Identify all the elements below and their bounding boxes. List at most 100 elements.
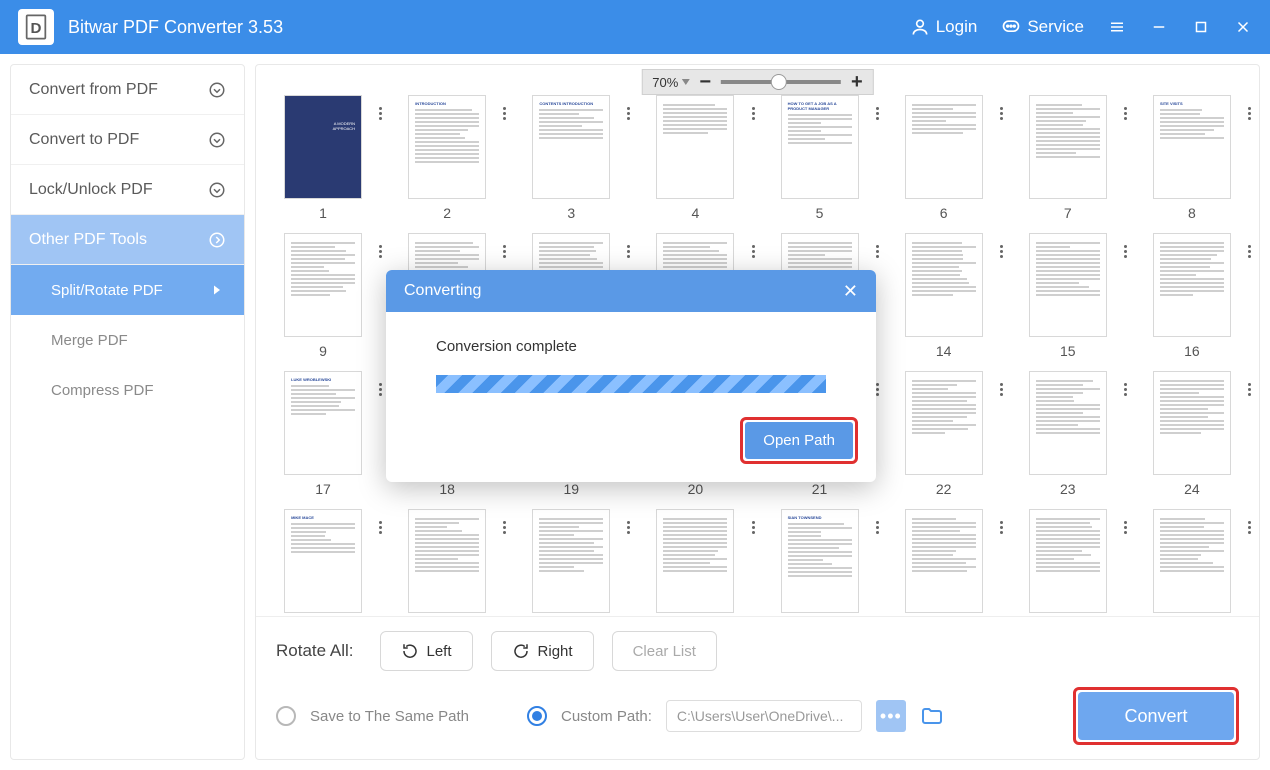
page-thumbnail[interactable]: HOW TO GET A JOB AS A PRODUCT MANAGER xyxy=(781,95,859,199)
open-path-button[interactable]: Open Path xyxy=(745,422,853,459)
zoom-slider-thumb[interactable] xyxy=(771,74,787,90)
page-thumbnail[interactable]: CONTENTS INTRODUCTION xyxy=(532,95,610,199)
rotate-left-button[interactable]: Left xyxy=(380,631,473,671)
sidebar-sub-compress[interactable]: Compress PDF xyxy=(11,365,244,415)
sidebar-item-other-tools[interactable]: Other PDF Tools xyxy=(11,215,244,265)
page-thumbnail[interactable] xyxy=(1153,233,1231,337)
thumbnail-number: 18 xyxy=(439,481,455,497)
page-thumbnail[interactable]: A MODERNAPPROACH xyxy=(284,95,362,199)
thumbnail-item: 28 xyxy=(638,509,752,616)
thumbnail-menu-icon[interactable] xyxy=(503,245,506,258)
zoom-out-button[interactable]: − xyxy=(699,71,711,94)
thumbnail-menu-icon[interactable] xyxy=(627,245,630,258)
clear-list-button[interactable]: Clear List xyxy=(612,631,717,671)
page-thumbnail[interactable] xyxy=(1153,509,1231,613)
page-thumbnail[interactable] xyxy=(1029,233,1107,337)
page-thumbnail[interactable] xyxy=(1029,95,1107,199)
thumbnail-item: SITE VISITS8 xyxy=(1135,95,1249,221)
page-thumbnail[interactable] xyxy=(1153,371,1231,475)
thumbnail-menu-icon[interactable] xyxy=(627,107,630,120)
thumbnail-item: 6 xyxy=(887,95,1001,221)
thumbnail-menu-icon[interactable] xyxy=(1248,245,1251,258)
maximize-button[interactable] xyxy=(1192,18,1210,36)
zoom-slider[interactable] xyxy=(721,80,841,84)
page-thumbnail[interactable] xyxy=(284,233,362,337)
sidebar-item-convert-from[interactable]: Convert from PDF xyxy=(11,65,244,115)
dialog-close-button[interactable]: ✕ xyxy=(843,281,858,302)
page-thumbnail[interactable]: LUKE WROBLEWSKI xyxy=(284,371,362,475)
thumbnail-menu-icon[interactable] xyxy=(379,245,382,258)
thumbnail-item: 30 xyxy=(887,509,1001,616)
page-thumbnail[interactable]: MIKE MACE xyxy=(284,509,362,613)
rotate-right-button[interactable]: Right xyxy=(491,631,594,671)
zoom-value[interactable]: 70% xyxy=(652,75,689,90)
thumbnail-item: HOW TO GET A JOB AS A PRODUCT MANAGER5 xyxy=(763,95,877,221)
chevron-down-icon xyxy=(208,81,226,99)
page-thumbnail[interactable] xyxy=(905,233,983,337)
thumbnail-number: 20 xyxy=(688,481,704,497)
thumbnail-menu-icon[interactable] xyxy=(876,521,879,534)
thumbnail-number: 22 xyxy=(936,481,952,497)
thumbnail-menu-icon[interactable] xyxy=(876,383,879,396)
thumbnail-menu-icon[interactable] xyxy=(1000,521,1003,534)
thumbnail-menu-icon[interactable] xyxy=(379,521,382,534)
thumbnail-menu-icon[interactable] xyxy=(1124,521,1127,534)
sidebar-item-convert-to[interactable]: Convert to PDF xyxy=(11,115,244,165)
page-thumbnail[interactable] xyxy=(408,509,486,613)
page-thumbnail[interactable] xyxy=(656,95,734,199)
thumbnail-menu-icon[interactable] xyxy=(627,521,630,534)
thumbnail-menu-icon[interactable] xyxy=(379,107,382,120)
thumbnail-number: 2 xyxy=(443,205,451,221)
page-thumbnail[interactable]: SIAN TOWNSEND xyxy=(781,509,859,613)
chevron-down-icon xyxy=(208,181,226,199)
convert-highlight: Convert xyxy=(1073,687,1239,745)
page-thumbnail[interactable] xyxy=(532,509,610,613)
save-same-path-radio[interactable] xyxy=(276,706,296,726)
page-thumbnail[interactable] xyxy=(656,509,734,613)
sidebar-item-lock-unlock[interactable]: Lock/Unlock PDF xyxy=(11,165,244,215)
sidebar-sub-merge[interactable]: Merge PDF xyxy=(11,315,244,365)
thumbnail-menu-icon[interactable] xyxy=(503,107,506,120)
page-thumbnail[interactable] xyxy=(905,509,983,613)
thumbnail-menu-icon[interactable] xyxy=(1124,245,1127,258)
converting-dialog: Converting ✕ Conversion complete Open Pa… xyxy=(386,270,876,482)
minimize-button[interactable] xyxy=(1150,18,1168,36)
page-thumbnail[interactable] xyxy=(1029,371,1107,475)
thumbnail-menu-icon[interactable] xyxy=(379,383,382,396)
page-thumbnail[interactable] xyxy=(905,95,983,199)
service-button[interactable]: Service xyxy=(1001,17,1084,37)
thumbnail-menu-icon[interactable] xyxy=(876,245,879,258)
page-thumbnail[interactable]: INTRODUCTION xyxy=(408,95,486,199)
thumbnail-menu-icon[interactable] xyxy=(1124,107,1127,120)
zoom-bar: 70% − + xyxy=(641,69,873,95)
thumbnail-menu-icon[interactable] xyxy=(1248,107,1251,120)
titlebar: D Bitwar PDF Converter 3.53 Login Servic… xyxy=(0,0,1270,54)
bottom-bar: Rotate All: Left Right Clear List Save t… xyxy=(256,616,1259,759)
custom-path-radio[interactable] xyxy=(527,706,547,726)
dialog-message: Conversion complete xyxy=(436,338,826,355)
thumbnail-menu-icon[interactable] xyxy=(752,245,755,258)
thumbnail-menu-icon[interactable] xyxy=(1000,107,1003,120)
thumbnail-item: 23 xyxy=(1011,371,1125,497)
thumbnail-menu-icon[interactable] xyxy=(876,107,879,120)
convert-button[interactable]: Convert xyxy=(1078,692,1234,740)
sidebar-sub-split-rotate[interactable]: Split/Rotate PDF xyxy=(11,265,244,315)
custom-path-input[interactable]: C:\Users\User\OneDrive\... xyxy=(666,700,862,732)
thumbnail-menu-icon[interactable] xyxy=(752,107,755,120)
menu-icon[interactable] xyxy=(1108,18,1126,36)
thumbnail-menu-icon[interactable] xyxy=(1000,383,1003,396)
folder-icon[interactable] xyxy=(920,704,944,728)
page-thumbnail[interactable]: SITE VISITS xyxy=(1153,95,1231,199)
thumbnail-menu-icon[interactable] xyxy=(1124,383,1127,396)
thumbnail-menu-icon[interactable] xyxy=(1000,245,1003,258)
thumbnail-menu-icon[interactable] xyxy=(1248,521,1251,534)
login-button[interactable]: Login xyxy=(910,17,978,37)
path-more-button[interactable]: ••• xyxy=(876,700,906,732)
close-button[interactable] xyxy=(1234,18,1252,36)
page-thumbnail[interactable] xyxy=(905,371,983,475)
thumbnail-menu-icon[interactable] xyxy=(503,521,506,534)
thumbnail-menu-icon[interactable] xyxy=(752,521,755,534)
thumbnail-menu-icon[interactable] xyxy=(1248,383,1251,396)
page-thumbnail[interactable] xyxy=(1029,509,1107,613)
zoom-in-button[interactable]: + xyxy=(851,71,863,94)
